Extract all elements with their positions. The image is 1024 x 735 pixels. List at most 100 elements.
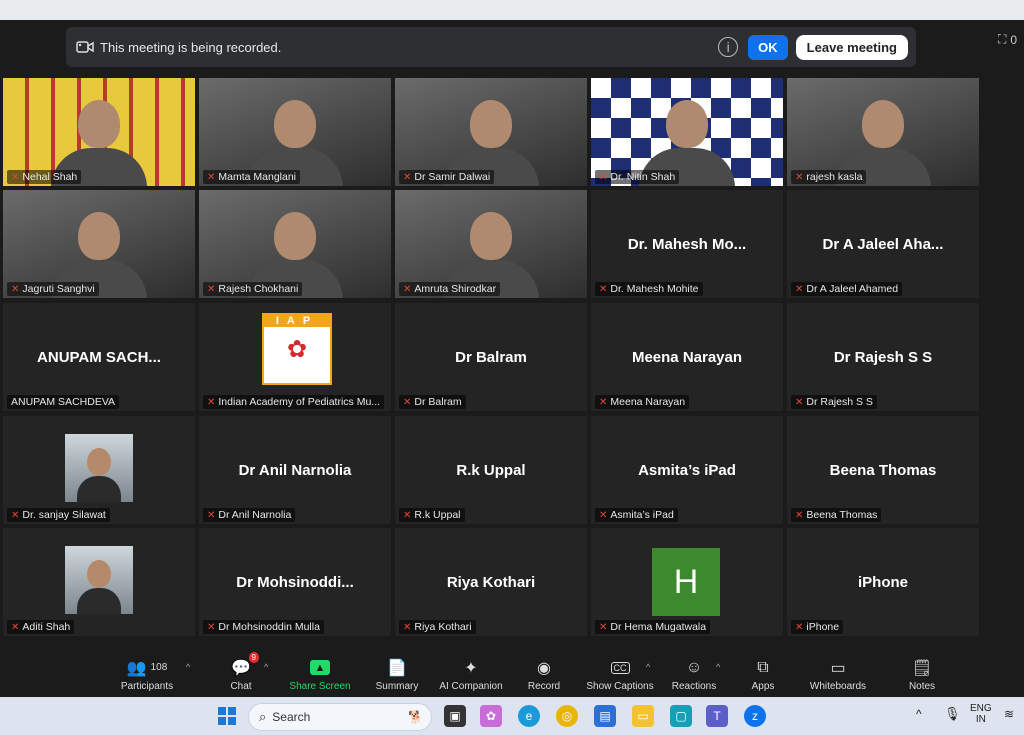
participant-tile[interactable]: Dr. Mahesh Mo... ✕ Dr. Mahesh Mohite [591,190,783,298]
whiteboards-button[interactable]: ▭ Whiteboards [806,652,870,697]
participant-tile[interactable]: ANUPAM SACH... ANUPAM SACHDEVA [3,303,195,411]
participant-tile[interactable]: ✕ rajesh kasla [787,78,979,186]
participant-name-label: ✕ Meena Narayan [595,395,690,409]
tray-caret-icon[interactable]: ^ [916,707,922,721]
ai-companion-button[interactable]: ✦ AI Companion [436,652,506,697]
muted-mic-icon: ✕ [599,396,608,408]
participant-tile[interactable]: ✕ Mamta Manglani [199,78,391,186]
participant-name: Nehal Shah [22,171,78,183]
participant-name-label: ✕ Aditi Shah [7,620,75,634]
captions-icon: CC [610,661,630,674]
task-view-icon[interactable]: ▣ [444,705,466,727]
participant-name-label: ✕ Dr. Mahesh Mohite [595,282,703,296]
participant-name-label: ✕ Dr Samir Dalwai [399,170,495,184]
app-icon[interactable]: ▢ [670,705,692,727]
iap-logo-text: IAP [264,315,330,327]
windows-start-icon[interactable] [216,705,238,727]
participant-tile[interactable]: Dr Mohsinoddi... ✕ Dr Mohsinoddin Mulla [199,528,391,636]
avatar-body [77,476,121,502]
record-button[interactable]: ◉ Record [524,652,564,697]
search-highlight-icon: 🐕 [408,710,423,724]
teams-icon[interactable]: T [706,705,728,727]
search-icon: ⌕ [259,709,267,724]
participant-tile[interactable]: Asmita’s iPad ✕ Asmita’s iPad [591,416,783,524]
participant-name-label: ✕ Nehal Shah [7,170,82,184]
show-captions-button[interactable]: CC Show Captions [584,652,656,697]
participant-name: Riya Kothari [414,621,472,633]
language-indicator[interactable]: ENG IN [970,703,992,725]
participant-name: Mamta Manglani [218,171,297,183]
participant-tile[interactable]: Dr A Jaleel Aha... ✕ Dr A Jaleel Ahamed [787,190,979,298]
participant-name-label: ✕ Indian Academy of Pediatrics Mu... [203,395,385,409]
notes-icon: 🗒 [911,659,933,677]
participant-tile[interactable]: R.k Uppal ✕ R.k Uppal [395,416,587,524]
participant-tile[interactable]: iPhone ✕ iPhone [787,528,979,636]
participant-name: ANUPAM SACHDEVA [11,396,116,408]
chrome-icon[interactable]: ◎ [556,705,578,727]
participant-name: Jagruti Sanghvi [22,283,95,295]
reactions-button[interactable]: ☺ Reactions [670,652,718,697]
participant-name: Dr Anil Narnolia [218,509,292,521]
participant-name: Dr Mohsinoddin Mulla [218,621,320,633]
window-top-strip [0,0,1024,20]
participant-tile[interactable]: ✕ Dr. Nitin Shah [591,78,783,186]
participant-name: Dr. Mahesh Mohite [610,283,699,295]
participant-tile[interactable]: ✕ Aditi Shah [3,528,195,636]
store-icon[interactable]: ▤ [594,705,616,727]
chat-button[interactable]: 💬 9 Chat [222,651,260,697]
participants-button[interactable]: 👥 108 Participants [118,652,176,697]
info-icon[interactable]: i [718,37,739,57]
muted-mic-icon: ✕ [795,171,804,183]
participants-caret-icon[interactable]: ^ [186,662,190,672]
participant-tile[interactable]: Dr Rajesh S S ✕ Dr Rajesh S S [787,303,979,411]
taskbar-search-box[interactable]: ⌕ Search 🐕 [248,703,432,731]
ok-button[interactable]: OK [748,34,788,60]
participant-tile[interactable]: ✕ Nehal Shah [3,78,195,186]
participant-tile[interactable]: Dr Anil Narnolia ✕ Dr Anil Narnolia [199,416,391,524]
participant-name-label: ✕ Dr A Jaleel Ahamed [791,282,903,296]
participant-tile[interactable]: Dr Balram ✕ Dr Balram [395,303,587,411]
participant-name-label: ✕ Dr Balram [399,395,466,409]
muted-mic-icon: ✕ [207,509,216,521]
participant-name-label: ✕ Amruta Shirodkar [399,282,501,296]
reactions-caret-icon[interactable]: ^ [716,662,720,672]
participant-name-label: ANUPAM SACHDEVA [7,395,120,409]
participant-name-label: ✕ Dr. sanjay Silawat [7,508,110,522]
participant-tile[interactable]: ✕ Dr Samir Dalwai [395,78,587,186]
participant-name: Amruta Shirodkar [414,283,497,295]
notes-button[interactable]: 🗒 Notes [906,652,938,697]
muted-mic-icon: ✕ [599,171,608,183]
chat-caret-icon[interactable]: ^ [264,662,268,672]
apps-button[interactable]: ⧉ Apps [748,652,778,697]
muted-mic-icon: ✕ [207,283,216,295]
leave-meeting-button[interactable]: Leave meeting [795,34,908,60]
zoom-meeting-window: This meeting is being recorded. i OK Lea… [0,20,1024,697]
participant-tile[interactable]: H ✕ Dr Hema Mugatwala [591,528,783,636]
participant-tile[interactable]: ✕ Amruta Shirodkar [395,190,587,298]
wifi-icon[interactable]: ≋ [1004,707,1014,721]
muted-mic-icon: ✕ [795,283,804,295]
participant-tile[interactable]: IAP ✿ ✕ Indian Academy of Pediatrics Mu... [199,303,391,411]
muted-mic-icon: ✕ [403,396,412,408]
zoom-app-icon[interactable]: z [744,705,766,727]
participant-tile[interactable]: ✕ Rajesh Chokhani [199,190,391,298]
share-screen-button[interactable]: ▲ Share Screen [287,652,353,697]
muted-mic-icon: ✕ [599,283,608,295]
participant-name-label: ✕ R.k Uppal [399,508,465,522]
copilot-icon[interactable]: ✿ [480,705,502,727]
microphone-icon[interactable]: 🎙 [944,706,961,722]
participant-tile[interactable]: ✕ Jagruti Sanghvi [3,190,195,298]
edge-icon[interactable]: e [518,705,540,727]
participant-name-label: ✕ Dr Hema Mugatwala [595,620,711,634]
muted-mic-icon: ✕ [11,509,20,521]
summary-button[interactable]: 📄 Summary [372,652,422,697]
file-explorer-icon[interactable]: ▭ [632,705,654,727]
participant-tile[interactable]: ✕ Dr. sanjay Silawat [3,416,195,524]
participant-name-label: ✕ Dr Mohsinoddin Mulla [203,620,324,634]
participant-tile[interactable]: Riya Kothari ✕ Riya Kothari [395,528,587,636]
captions-caret-icon[interactable]: ^ [646,662,650,672]
muted-mic-icon: ✕ [795,509,804,521]
participant-tile[interactable]: Beena Thomas ✕ Beena Thomas [787,416,979,524]
participant-name-label: ✕ Asmita’s iPad [595,508,678,522]
participant-tile[interactable]: Meena Narayan ✕ Meena Narayan [591,303,783,411]
